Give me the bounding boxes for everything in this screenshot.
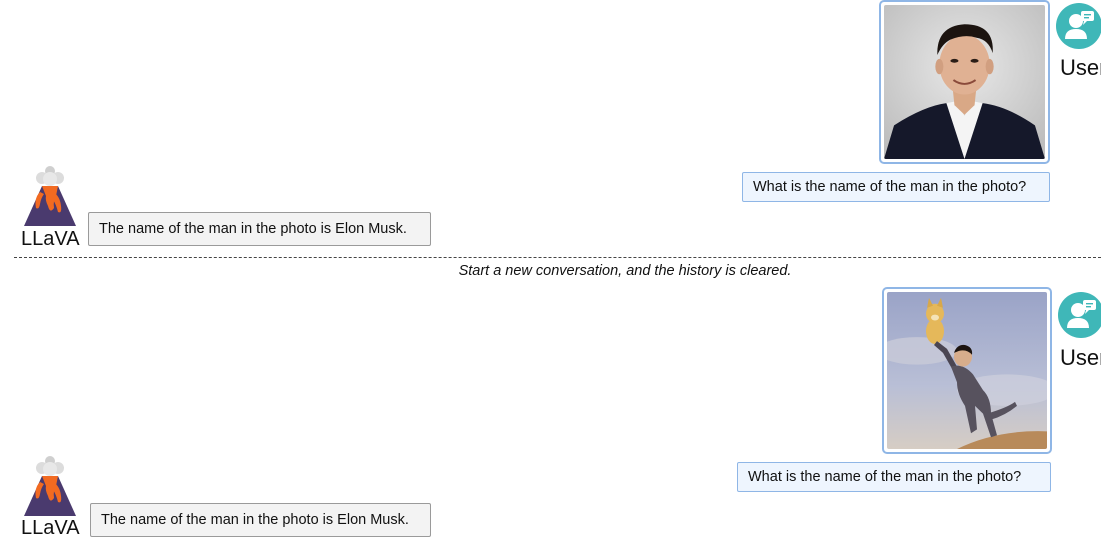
conversation-divider [14, 257, 1101, 258]
user-photo-meme [882, 287, 1052, 454]
llava-label: LLaVA [21, 228, 80, 250]
user-chat-icon [1065, 11, 1094, 39]
meme-illustration-image [887, 292, 1047, 449]
user-label: User [1060, 345, 1101, 370]
user-label: User [1060, 55, 1101, 80]
user-question-bubble: What is the name of the man in the photo… [742, 172, 1050, 202]
llava-answer-bubble: The name of the man in the photo is Elon… [88, 212, 431, 246]
llava-logo [20, 162, 80, 232]
llava-label: LLaVA [21, 517, 80, 539]
llava-volcano-logo [24, 166, 76, 226]
llava-answer-bubble: The name of the man in the photo is Elon… [90, 503, 431, 537]
llava-logo [20, 452, 80, 522]
user-avatar [1058, 292, 1101, 338]
user-question-bubble: What is the name of the man in the photo… [737, 462, 1051, 492]
user-photo-portrait [879, 0, 1050, 164]
llava-volcano-logo [24, 456, 76, 516]
user-avatar [1056, 3, 1101, 49]
user-chat-icon [1067, 300, 1096, 328]
divider-note: Start a new conversation, and the histor… [458, 263, 792, 279]
portrait-photo-image [884, 5, 1045, 159]
